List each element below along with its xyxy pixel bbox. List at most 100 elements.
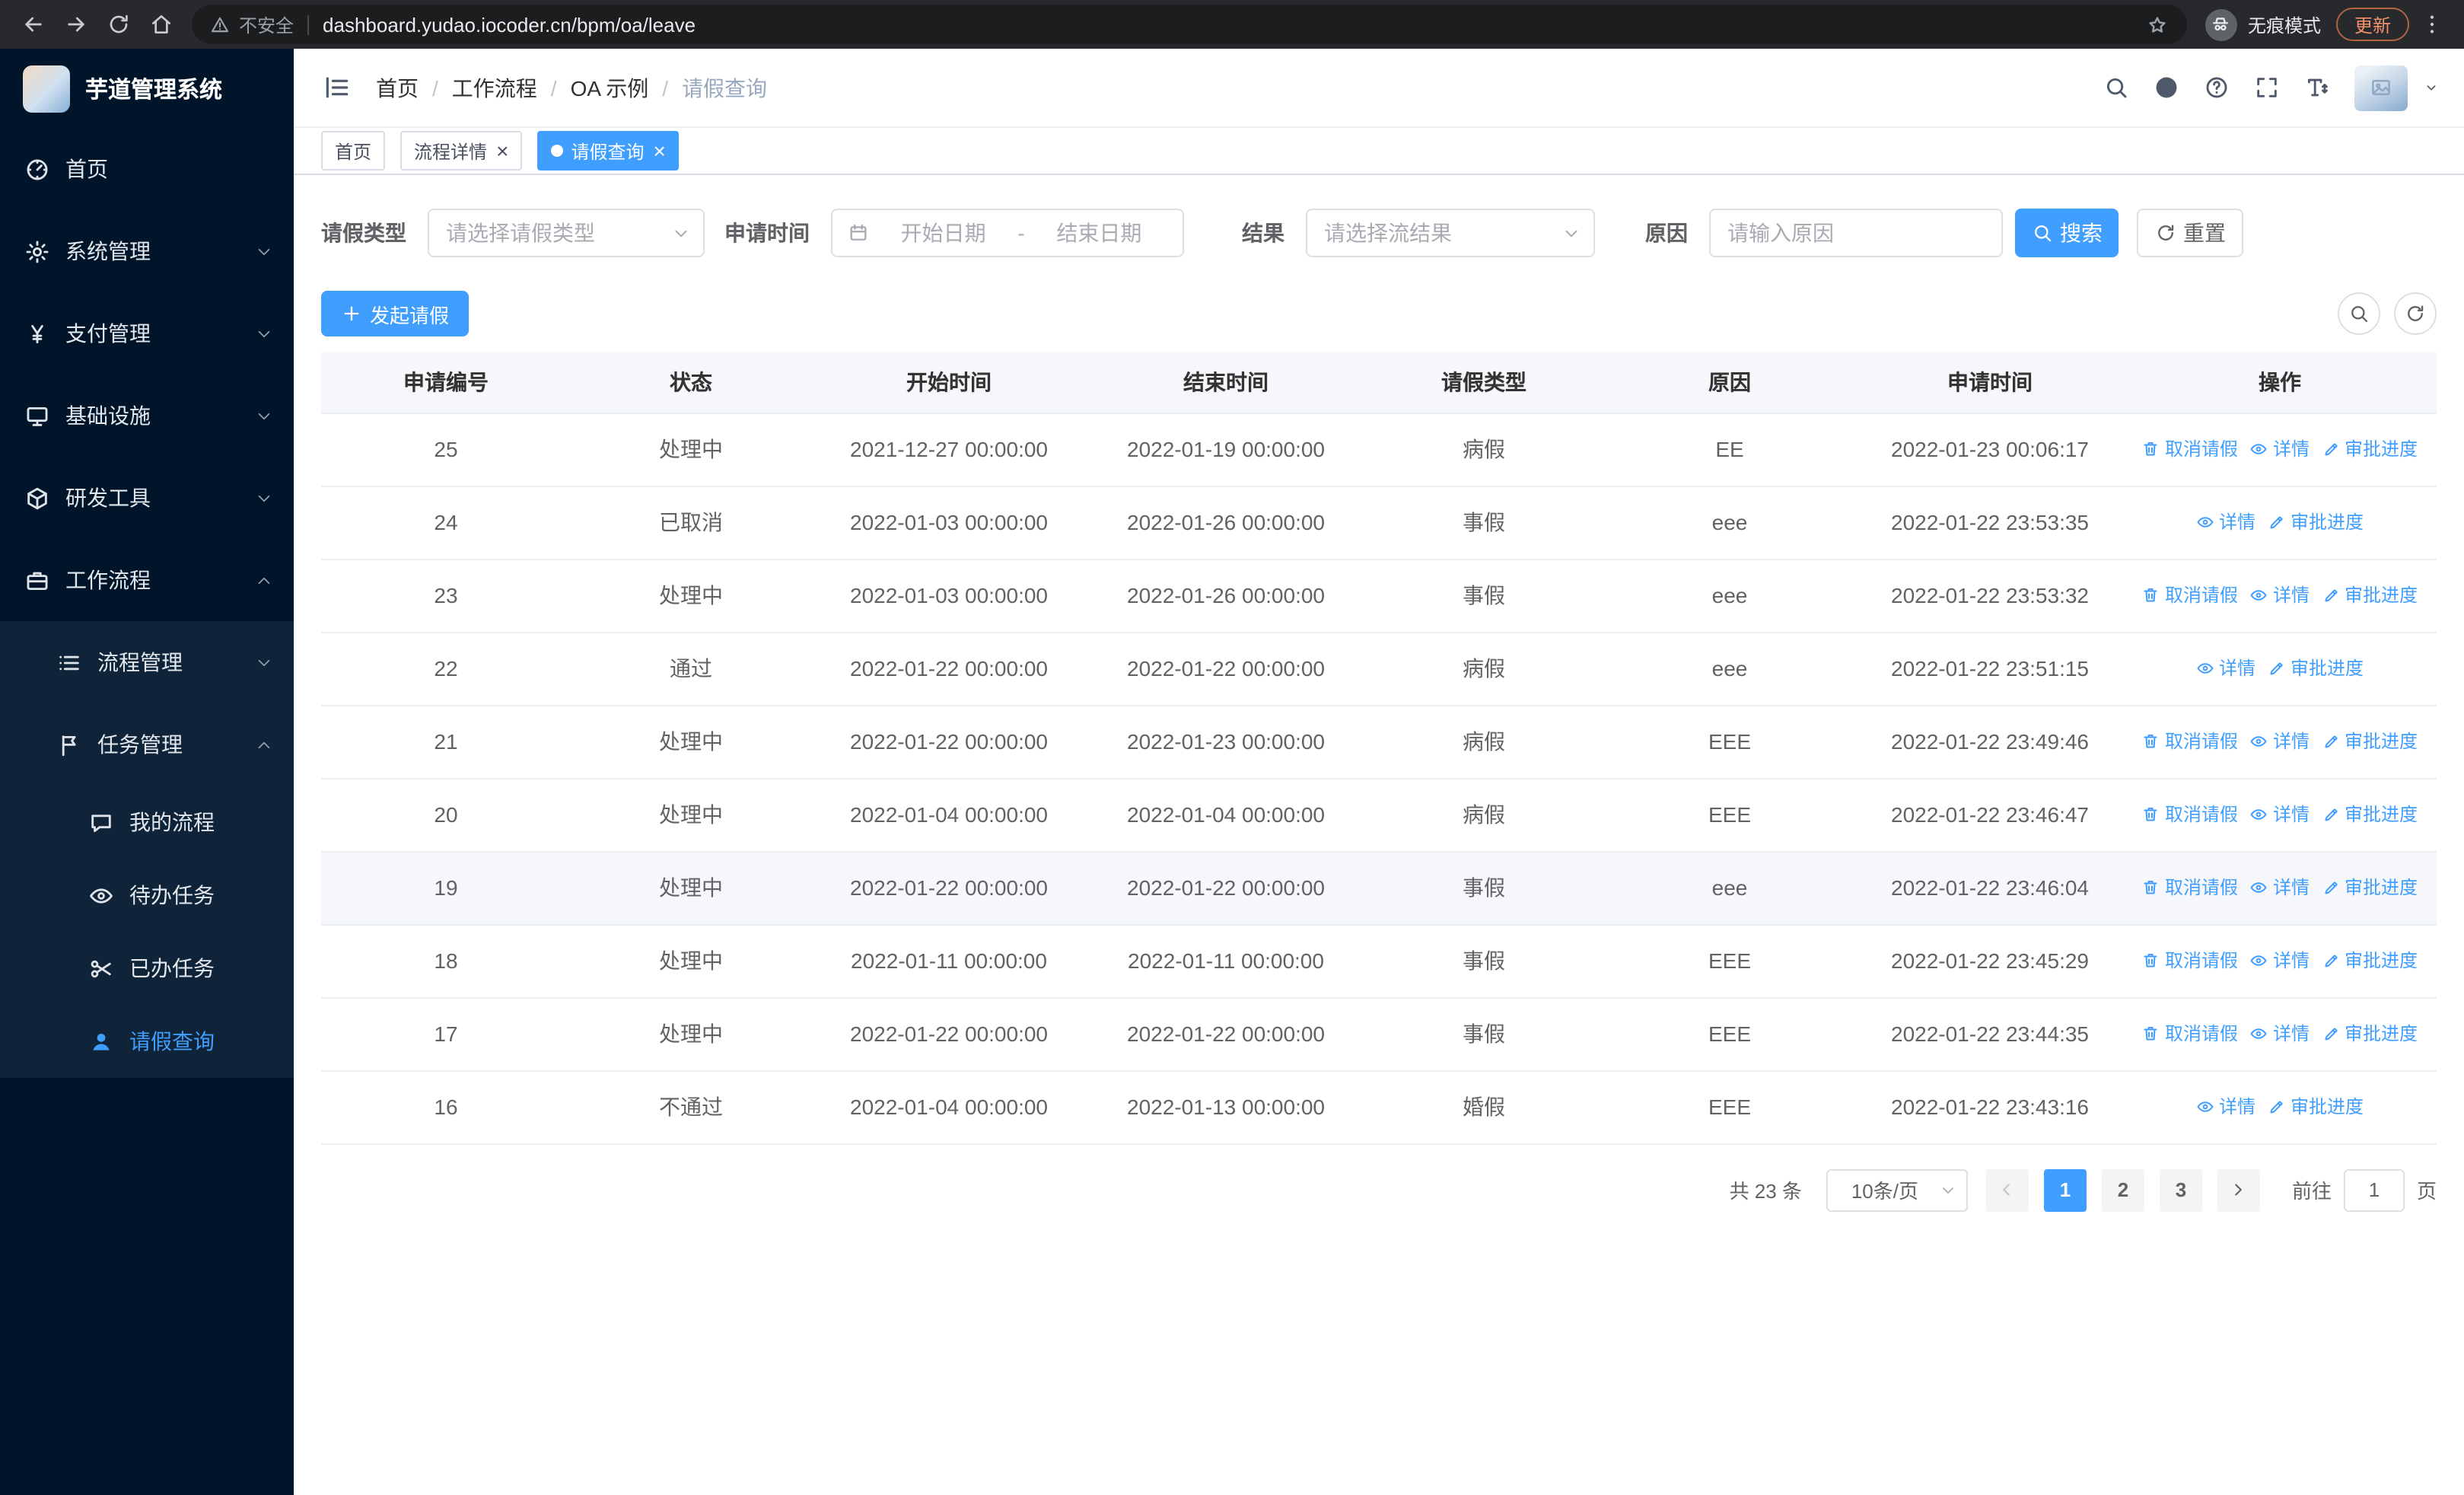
cancel-leave-link[interactable]: 取消请假 [2142, 1021, 2238, 1047]
page-button-2[interactable]: 2 [2101, 1168, 2144, 1211]
cell-end: 2022-01-26 00:00:00 [1087, 559, 1365, 633]
edit-icon [2268, 1098, 2286, 1116]
sidebar-collapse-button[interactable] [318, 69, 355, 106]
cancel-leave-link[interactable]: 取消请假 [2142, 875, 2238, 901]
detail-link[interactable]: 详情 [2250, 582, 2310, 608]
approval-progress-link[interactable]: 审批进度 [2322, 582, 2418, 608]
reset-button[interactable]: 重置 [2137, 209, 2243, 257]
github-icon[interactable] [2154, 75, 2179, 100]
approval-progress-link[interactable]: 审批进度 [2322, 728, 2418, 754]
tags-view: 首页 流程详情 × 请假查询 × [294, 128, 2464, 175]
prev-page-button[interactable] [1985, 1168, 2029, 1211]
detail-link[interactable]: 详情 [2196, 509, 2255, 535]
sidebar-item-my-process[interactable]: 我的流程 [0, 786, 294, 859]
apply-time-label: 申请时间 [724, 221, 810, 245]
breadcrumb-item[interactable]: 首页 [376, 72, 419, 103]
cancel-leave-link[interactable]: 取消请假 [2142, 436, 2238, 462]
breadcrumb-item[interactable]: OA 示例 [571, 72, 649, 103]
kebab-menu-icon [2420, 12, 2444, 37]
approval-progress-link[interactable]: 审批进度 [2268, 1094, 2364, 1120]
op-label: 审批进度 [2345, 950, 2418, 972]
detail-link[interactable]: 详情 [2250, 1021, 2310, 1047]
cell-id: 24 [321, 486, 571, 559]
sidebar-item-devtools[interactable]: 研发工具 [0, 457, 294, 539]
tab-home[interactable]: 首页 [321, 131, 386, 171]
browser-back-button[interactable] [12, 3, 55, 46]
search-icon[interactable] [2103, 75, 2129, 100]
fullscreen-icon[interactable] [2254, 75, 2280, 100]
approval-progress-link[interactable]: 审批进度 [2268, 655, 2364, 681]
apply-time-range-picker[interactable]: 开始日期 - 结束日期 [831, 209, 1184, 257]
tab-leave-query[interactable]: 请假查询 × [537, 131, 680, 171]
refresh-table-button[interactable] [2394, 292, 2437, 335]
tab-active-dot [551, 145, 564, 157]
approval-progress-link[interactable]: 审批进度 [2268, 509, 2364, 535]
sidebar-item-home[interactable]: 首页 [0, 128, 294, 210]
page-button-3[interactable]: 3 [2159, 1168, 2202, 1211]
sidebar-item-todo-tasks[interactable]: 待办任务 [0, 859, 294, 932]
table-header-row: 申请编号 状态 开始时间 结束时间 请假类型 原因 申请时间 操作 [321, 352, 2437, 413]
sidebar-item-process-management[interactable]: 流程管理 [0, 621, 294, 703]
user-avatar[interactable] [2354, 65, 2408, 110]
help-icon[interactable] [2204, 75, 2230, 100]
breadcrumb-item[interactable]: 工作流程 [452, 72, 537, 103]
goto-page-input[interactable] [2343, 1168, 2405, 1211]
tab-label: 首页 [335, 141, 372, 162]
result-select[interactable]: 请选择流结果 [1306, 209, 1595, 257]
address-bar-divider [307, 14, 310, 34]
sidebar-item-workflow[interactable]: 工作流程 [0, 539, 294, 621]
approval-progress-link[interactable]: 审批进度 [2322, 875, 2418, 901]
detail-link[interactable]: 详情 [2250, 802, 2310, 827]
approval-progress-link[interactable]: 审批进度 [2322, 948, 2418, 974]
sidebar-item-infrastructure[interactable]: 基础设施 [0, 375, 294, 457]
cancel-leave-link[interactable]: 取消请假 [2142, 728, 2238, 754]
tab-process-detail[interactable]: 流程详情 × [400, 131, 523, 171]
detail-link[interactable]: 详情 [2250, 436, 2310, 462]
sidebar-menu: 首页 系统管理 支付管理 基础设施 研发工具 工作流程 流程管理 任务管理 我的流程 待办任务 已办… [0, 128, 294, 1078]
browser-forward-button[interactable] [55, 3, 97, 46]
detail-link[interactable]: 详情 [2250, 875, 2310, 901]
cancel-leave-link[interactable]: 取消请假 [2142, 948, 2238, 974]
browser-home-button[interactable] [140, 3, 183, 46]
close-tab-icon[interactable]: × [653, 140, 665, 161]
detail-link[interactable]: 详情 [2250, 728, 2310, 754]
eye-icon [2250, 440, 2268, 458]
browser-update-button[interactable]: 更新 [2335, 8, 2409, 41]
cancel-leave-link[interactable]: 取消请假 [2142, 802, 2238, 827]
leave-table: 申请编号 状态 开始时间 结束时间 请假类型 原因 申请时间 操作 25 处理中 2021-12-2… [321, 352, 2437, 1144]
cancel-leave-link[interactable]: 取消请假 [2142, 582, 2238, 608]
chevron-up-icon [254, 735, 274, 754]
close-tab-icon[interactable]: × [496, 140, 508, 161]
user-menu-caret-icon[interactable] [2423, 79, 2440, 96]
create-leave-button[interactable]: 发起请假 [321, 291, 470, 336]
column-header: 请假类型 [1365, 352, 1603, 413]
browser-reload-button[interactable] [97, 3, 140, 46]
font-size-icon[interactable] [2304, 75, 2330, 100]
result-filter: 结果 请选择流结果 [1242, 209, 1595, 257]
page-size-select[interactable]: 10条/页 [1826, 1168, 1968, 1211]
cell-apply_time: 2022-01-22 23:44:35 [1857, 997, 2123, 1071]
browser-menu-button[interactable] [2412, 5, 2452, 44]
approval-progress-link[interactable]: 审批进度 [2322, 1021, 2418, 1047]
sidebar-item-system[interactable]: 系统管理 [0, 210, 294, 292]
op-label: 详情 [2272, 585, 2310, 607]
bookmark-star-icon[interactable] [2146, 13, 2169, 36]
approval-progress-link[interactable]: 审批进度 [2322, 802, 2418, 827]
cell-apply_time: 2022-01-22 23:53:32 [1857, 559, 2123, 633]
detail-link[interactable]: 详情 [2196, 1094, 2255, 1120]
sidebar-item-done-tasks[interactable]: 已办任务 [0, 932, 294, 1005]
leave-type-select[interactable]: 请选择请假类型 [428, 209, 705, 257]
sidebar-item-leave-query[interactable]: 请假查询 [0, 1005, 294, 1078]
approval-progress-link[interactable]: 审批进度 [2322, 436, 2418, 462]
reason-input[interactable] [1709, 209, 2003, 257]
detail-link[interactable]: 详情 [2250, 948, 2310, 974]
toggle-search-button[interactable] [2338, 292, 2380, 335]
page-button-1[interactable]: 1 [2043, 1168, 2087, 1211]
main-area: 首页 / 工作流程 / OA 示例 / 请假查询 首页 流程详情 × 请假查询 × 请假类型 [294, 49, 2464, 1495]
next-page-button[interactable] [2217, 1168, 2260, 1211]
browser-address-bar[interactable]: 不安全 dashboard.yudao.iocoder.cn/bpm/oa/le… [192, 5, 2187, 44]
search-button[interactable]: 搜索 [2015, 209, 2119, 257]
detail-link[interactable]: 详情 [2196, 655, 2255, 681]
sidebar-item-payment[interactable]: 支付管理 [0, 292, 294, 375]
sidebar-item-task-management[interactable]: 任务管理 [0, 703, 294, 786]
